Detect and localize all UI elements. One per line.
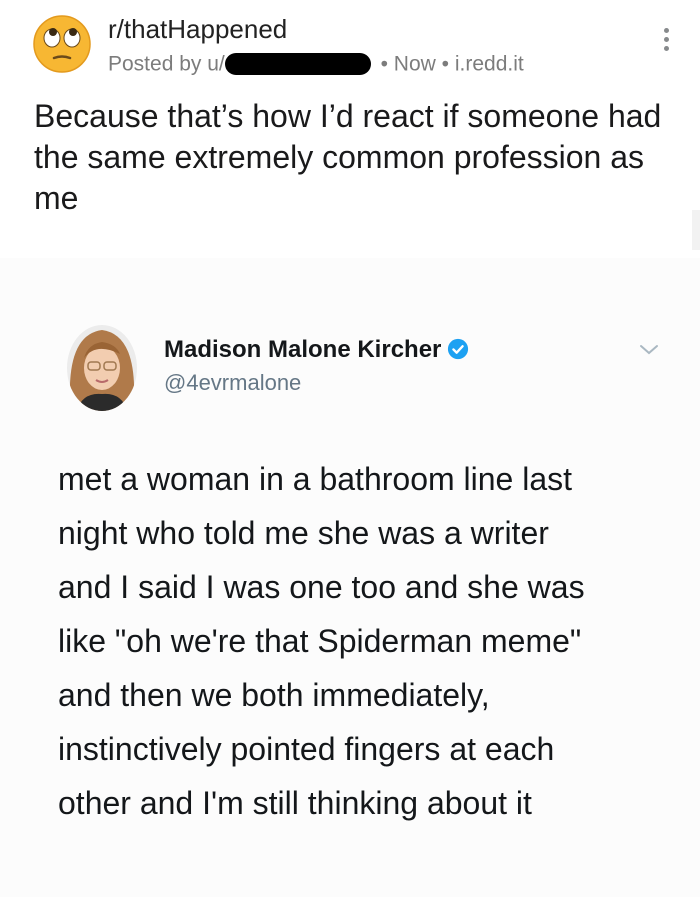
chevron-down-icon[interactable] [638,342,660,358]
tweet-author-name[interactable]: Madison Malone Kircher [164,336,469,364]
meta-separator: • [380,52,388,76]
post-title[interactable]: Because that’s how I’d react if someone … [34,96,674,219]
redacted-username [224,53,371,76]
tweet-image[interactable]: Madison Malone Kircher @4evrmalone met a… [0,258,700,897]
tweet-line: and I said I was one too and she was [58,569,585,605]
author-avatar [67,325,137,411]
meta-separator: • [441,52,450,76]
tweet-text: met a woman in a bathroom line last nigh… [58,452,668,830]
tweet-line: instinctively pointed fingers at each [58,731,555,767]
tweet-line: other and I'm still thinking about it [58,785,532,821]
post-header: r/thatHappened Posted by u/ • Now • i.re… [0,0,700,90]
post-domain[interactable]: i.redd.it [455,52,524,75]
tweet-line: met a woman in a bathroom line last [58,461,573,497]
tweet-line: and then we both immediately, [58,677,490,713]
post-meta: Posted by u/ • Now • i.redd.it [108,52,524,76]
tweet-handle[interactable]: @4evrmalone [164,370,301,396]
tweet-line: like "oh we're that Spiderman meme" [58,623,582,659]
rolling-eyes-emoji-icon[interactable] [32,14,92,74]
kebab-menu-icon[interactable] [656,25,676,61]
scroll-edge [692,210,700,250]
post-time: Now [393,52,436,76]
tweet-author-name-text: Madison Malone Kircher [164,336,442,363]
verified-badge-icon [448,338,469,360]
posted-by-label: Posted by u/ [108,52,225,76]
subreddit-name[interactable]: r/thatHappened [108,14,287,45]
tweet-line: night who told me she was a writer [58,515,549,551]
